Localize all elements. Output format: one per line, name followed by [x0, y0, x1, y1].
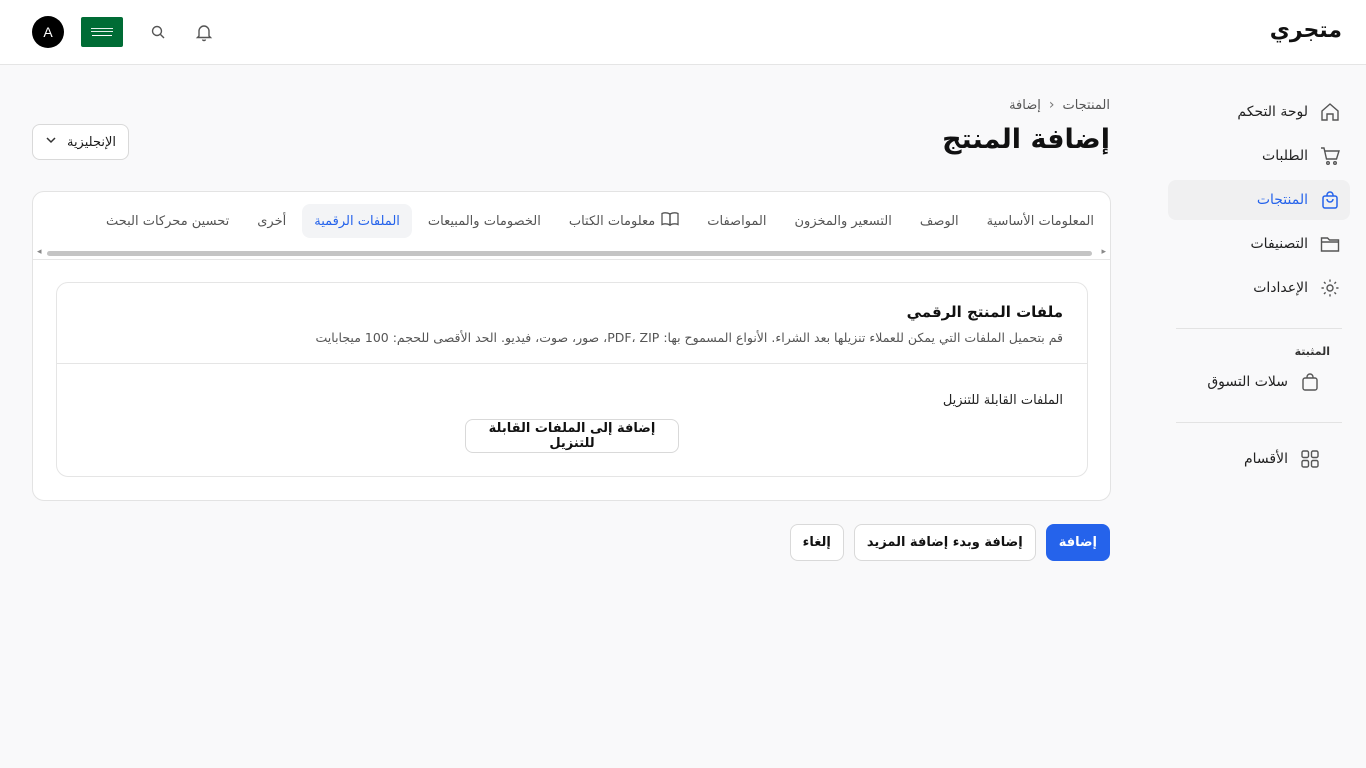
scrollbar-thumb[interactable]: [47, 251, 1092, 256]
sidebar-divider: [1176, 422, 1342, 423]
top-bar: متجري A: [0, 0, 1366, 65]
tab-label: المواصفات: [707, 213, 767, 229]
tab-bar: المعلومات الأساسية الوصف التسعير والمخزو…: [106, 204, 1094, 238]
product-form-card: المعلومات الأساسية الوصف التسعير والمخزو…: [32, 191, 1111, 501]
sidebar-item-label: الإعدادات: [1253, 280, 1308, 296]
sidebar-item-products[interactable]: المنتجات: [1168, 180, 1350, 220]
sidebar-item-orders[interactable]: الطلبات: [1168, 136, 1350, 176]
tab-label: أخرى: [257, 213, 287, 229]
gear-icon: [1318, 276, 1342, 300]
sidebar-item-shopping-carts[interactable]: سلات التسوق: [1168, 362, 1350, 402]
tab-label: معلومات الكتاب: [568, 213, 656, 229]
user-avatar[interactable]: A: [32, 16, 64, 48]
scroll-right-icon[interactable]: ▸: [1101, 247, 1106, 257]
add-and-continue-button[interactable]: إضافة وبدء إضافة المزيد: [853, 524, 1036, 561]
breadcrumb-current: إضافة: [1009, 97, 1041, 113]
tabs-scrollbar[interactable]: ◂ ▸: [37, 247, 1106, 258]
sidebar-item-label: سلات التسوق: [1207, 374, 1288, 390]
language-select[interactable]: الإنجليزية: [32, 124, 129, 160]
tab-other[interactable]: أخرى: [257, 204, 286, 238]
tab-discounts-sales[interactable]: الخصومات والمبيعات: [428, 204, 541, 238]
sidebar-item-label: الطلبات: [1262, 148, 1308, 164]
sidebar-item-label: الأقسام: [1244, 451, 1288, 467]
scroll-left-icon[interactable]: ◂: [37, 247, 42, 257]
sidebar-item-categories[interactable]: التصنيفات: [1168, 224, 1350, 264]
search-icon[interactable]: [146, 20, 170, 44]
breadcrumb-parent[interactable]: المنتجات: [1062, 98, 1110, 113]
grid-icon: [1298, 447, 1322, 471]
sidebar: لوحة التحكم الطلبات المنتجات التصنيفات ا…: [1168, 92, 1350, 483]
book-icon: [661, 211, 679, 231]
tab-label: المعلومات الأساسية: [986, 213, 1094, 229]
tab-digital-files[interactable]: الملفات الرقمية: [302, 204, 412, 238]
cart-icon: [1318, 144, 1342, 168]
pinned-section-title: المثبتة: [1294, 345, 1330, 358]
tab-specifications[interactable]: المواصفات: [707, 204, 766, 238]
form-actions: إضافة إضافة وبدء إضافة المزيد إلغاء: [789, 524, 1110, 561]
bag-icon: [1298, 370, 1322, 394]
tab-pricing-inventory[interactable]: التسعير والمخزون: [795, 204, 892, 238]
tab-label: الملفات الرقمية: [314, 213, 400, 229]
tab-label: الخصومات والمبيعات: [427, 213, 541, 229]
language-select-value: الإنجليزية: [66, 134, 116, 150]
sidebar-item-settings[interactable]: الإعدادات: [1168, 268, 1350, 308]
panel-divider: [57, 363, 1087, 364]
add-downloadable-file-button[interactable]: إضافة إلى الملفات القابلة للتنزيل: [465, 419, 679, 453]
tab-label: الوصف: [919, 213, 959, 229]
chevron-left-icon: ‹: [1048, 97, 1055, 113]
digital-files-title: ملفات المنتج الرقمي: [906, 303, 1063, 321]
downloadable-files-label: الملفات القابلة للتنزيل: [942, 393, 1063, 408]
sidebar-item-sections[interactable]: الأقسام: [1168, 439, 1350, 479]
tabs-divider: [33, 259, 1110, 260]
home-icon: [1318, 100, 1342, 124]
folder-icon: [1318, 232, 1342, 256]
tab-basic-info[interactable]: المعلومات الأساسية: [987, 204, 1094, 238]
digital-files-panel: ملفات المنتج الرقمي قم بتحميل الملفات ال…: [56, 282, 1088, 477]
bag-icon: [1318, 188, 1342, 212]
sidebar-item-label: التصنيفات: [1250, 236, 1309, 252]
sidebar-item-dashboard[interactable]: لوحة التحكم: [1168, 92, 1350, 132]
sidebar-divider: [1176, 328, 1342, 329]
tab-label: تحسين محركات البحث: [105, 213, 230, 229]
digital-files-description: قم بتحميل الملفات التي يمكن للعملاء تنزي…: [315, 330, 1063, 345]
sidebar-item-label: المنتجات: [1256, 192, 1308, 208]
chevron-down-icon: [45, 134, 57, 150]
breadcrumb: المنتجات ‹ إضافة: [1009, 97, 1110, 113]
tab-description[interactable]: الوصف: [920, 204, 959, 238]
cancel-button[interactable]: إلغاء: [789, 524, 844, 561]
tab-book-info[interactable]: معلومات الكتاب: [569, 204, 679, 238]
tab-label: التسعير والمخزون: [794, 213, 892, 229]
page-title: إضافة المنتج: [942, 124, 1110, 155]
sidebar-item-label: لوحة التحكم: [1237, 104, 1308, 120]
tab-seo[interactable]: تحسين محركات البحث: [106, 204, 229, 238]
add-button[interactable]: إضافة: [1045, 524, 1110, 561]
bell-icon[interactable]: [192, 20, 216, 44]
saudi-flag-icon[interactable]: [81, 17, 123, 47]
brand-logo[interactable]: متجري: [1270, 18, 1342, 43]
